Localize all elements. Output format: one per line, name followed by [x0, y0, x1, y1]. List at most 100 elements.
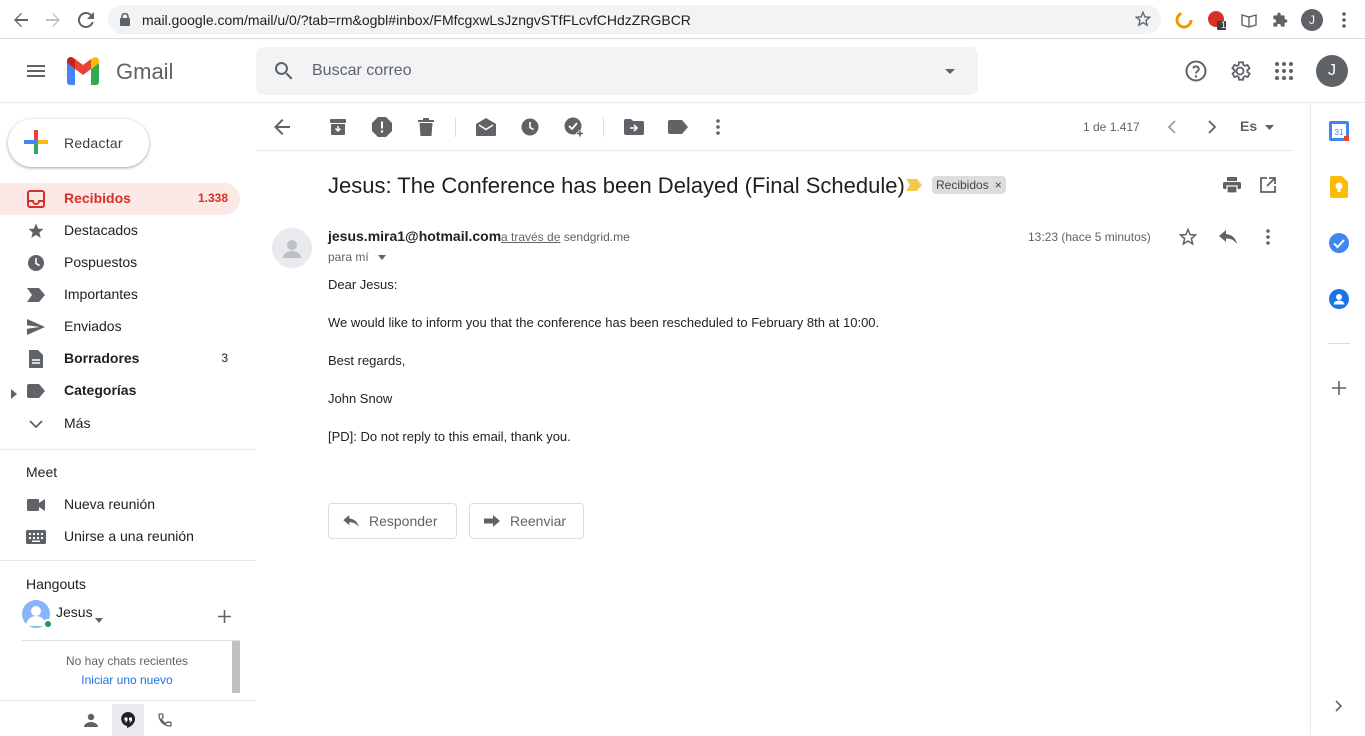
message-more-icon[interactable] — [1256, 225, 1280, 249]
meet-title: Meet — [26, 464, 58, 480]
draft-count: 3 — [221, 351, 228, 365]
address-bar[interactable]: mail.google.com/mail/u/0/?tab=rm&ogbl#in… — [108, 5, 1161, 34]
back-icon[interactable] — [10, 9, 32, 31]
compose-button[interactable]: Redactar — [8, 119, 149, 167]
body-paragraph: We would like to inform you that the con… — [328, 315, 880, 330]
start-new-chat-link[interactable]: Iniciar uno nuevo — [22, 673, 232, 687]
extensions-puzzle-icon[interactable] — [1269, 9, 1291, 31]
main-menu-icon[interactable] — [24, 59, 48, 86]
sidebar-item-categories[interactable]: Categorías — [0, 375, 240, 407]
input-language-selector[interactable]: Es — [1240, 118, 1275, 134]
remove-label-button[interactable]: × — [995, 178, 1002, 192]
expand-panel-chevron-icon[interactable] — [1328, 695, 1350, 717]
help-icon[interactable] — [1184, 59, 1208, 83]
divider — [0, 560, 256, 561]
forward-button[interactable]: Reenviar — [469, 503, 584, 539]
lock-icon — [120, 12, 130, 29]
contacts-person-icon[interactable] — [75, 704, 107, 736]
sender-avatar[interactable] — [272, 228, 312, 268]
scrollbar[interactable] — [232, 641, 240, 693]
pager-text: 1 de 1.417 — [1083, 120, 1140, 134]
profile-avatar[interactable]: J — [1301, 9, 1323, 31]
meet-new-meeting[interactable]: Nueva reunión — [0, 489, 240, 521]
gmail-logo-icon[interactable] — [65, 57, 101, 88]
search-input[interactable] — [312, 47, 912, 95]
reply-icon[interactable] — [1216, 225, 1240, 249]
side-panel: 31 — [1310, 103, 1365, 735]
forward-arrow-icon — [484, 515, 500, 527]
chat-bubble-icon[interactable] — [112, 704, 144, 736]
meet-join-meeting[interactable]: Unirse a una reunión — [0, 521, 240, 553]
apps-grid-icon[interactable] — [1272, 59, 1296, 83]
browser-menu-icon[interactable] — [1333, 9, 1355, 31]
hangouts-tabs — [0, 700, 256, 736]
label-tag-icon[interactable] — [666, 115, 690, 139]
meet-new-meeting-label: Nueva reunión — [64, 496, 156, 512]
search-icon[interactable] — [272, 59, 296, 86]
hangouts-chat-list: No hay chats recientes Iniciar uno nuevo — [22, 640, 240, 693]
forward-icon[interactable] — [42, 9, 64, 31]
chevron-down-icon[interactable] — [95, 610, 103, 626]
sidebar-item-sent[interactable]: Enviados — [0, 311, 240, 343]
sidebar-item-label: Enviados — [64, 318, 122, 334]
sidebar-item-snoozed[interactable]: Pospuestos — [0, 247, 240, 279]
reply-button[interactable]: Responder — [328, 503, 457, 539]
important-icon — [26, 285, 46, 305]
star-icon[interactable] — [1176, 225, 1200, 249]
reload-icon[interactable] — [75, 9, 97, 31]
sidebar-item-drafts[interactable]: Borradores 3 — [0, 343, 240, 375]
sidebar-item-label: Importantes — [64, 286, 138, 302]
print-icon[interactable] — [1220, 173, 1244, 197]
add-to-tasks-icon[interactable] — [562, 115, 586, 139]
older-chevron-left-icon[interactable] — [1160, 115, 1184, 139]
contacts-icon[interactable] — [1328, 288, 1350, 310]
url-text: mail.google.com/mail/u/0/?tab=rm&ogbl#in… — [142, 12, 691, 28]
meet-join-meeting-label: Unirse a una reunión — [64, 528, 194, 544]
search-options-icon[interactable] — [942, 63, 958, 82]
body-paragraph: John Snow — [328, 391, 393, 406]
move-to-icon[interactable] — [622, 115, 646, 139]
more-options-icon[interactable] — [706, 115, 730, 139]
tasks-icon[interactable] — [1328, 232, 1350, 254]
recipient-dropdown[interactable]: para mí — [328, 250, 387, 264]
back-to-inbox-icon[interactable] — [270, 115, 294, 139]
settings-gear-icon[interactable] — [1228, 59, 1252, 83]
calendar-icon[interactable]: 31 — [1328, 120, 1350, 142]
delete-trash-icon[interactable] — [414, 115, 438, 139]
browser-toolbar: mail.google.com/mail/u/0/?tab=rm&ogbl#in… — [0, 0, 1365, 39]
mark-unread-icon[interactable] — [474, 115, 498, 139]
chevron-down-icon — [26, 414, 46, 434]
report-spam-icon[interactable] — [370, 115, 394, 139]
add-chat-icon[interactable] — [218, 610, 231, 626]
sidebar-item-inbox[interactable]: Recibidos 1.338 — [0, 183, 240, 215]
no-chats-text: No hay chats recientes — [65, 654, 189, 668]
email-subject: Jesus: The Conference has been Delayed (… — [328, 173, 905, 198]
importance-marker-icon[interactable] — [906, 178, 922, 194]
via-link[interactable]: a través de — [501, 230, 560, 244]
phone-icon[interactable] — [149, 704, 181, 736]
account-avatar[interactable]: J — [1316, 55, 1348, 87]
hangouts-user[interactable]: Jesus — [22, 600, 242, 632]
open-new-window-icon[interactable] — [1256, 173, 1280, 197]
newer-chevron-right-icon[interactable] — [1200, 115, 1224, 139]
sidebar-item-label: Categorías — [64, 382, 137, 398]
snooze-clock-icon[interactable] — [518, 115, 542, 139]
label-chip-text: Recibidos — [936, 178, 989, 192]
extension-book-icon[interactable] — [1238, 9, 1260, 31]
extension-swirl-icon[interactable] — [1173, 9, 1195, 31]
label-chip[interactable]: Recibidos × — [932, 176, 1006, 194]
search-bar — [256, 47, 978, 95]
extension-red-icon[interactable]: 1 — [1206, 9, 1228, 31]
sidebar-item-more[interactable]: Más — [0, 408, 240, 440]
get-addons-plus-icon[interactable] — [1328, 377, 1350, 399]
bookmark-star-icon[interactable] — [1134, 10, 1152, 30]
keep-icon[interactable] — [1328, 176, 1350, 198]
gmail-header: Gmail J — [0, 39, 1365, 103]
sender-email[interactable]: jesus.mira1@hotmail.com — [328, 228, 501, 244]
sidebar-item-label: Recibidos — [64, 190, 131, 206]
expand-arrow-icon[interactable] — [11, 386, 17, 402]
body-paragraph: Best regards, — [328, 353, 406, 368]
sidebar-item-important[interactable]: Importantes — [0, 279, 240, 311]
archive-icon[interactable] — [326, 115, 350, 139]
sidebar-item-starred[interactable]: Destacados — [0, 215, 240, 247]
